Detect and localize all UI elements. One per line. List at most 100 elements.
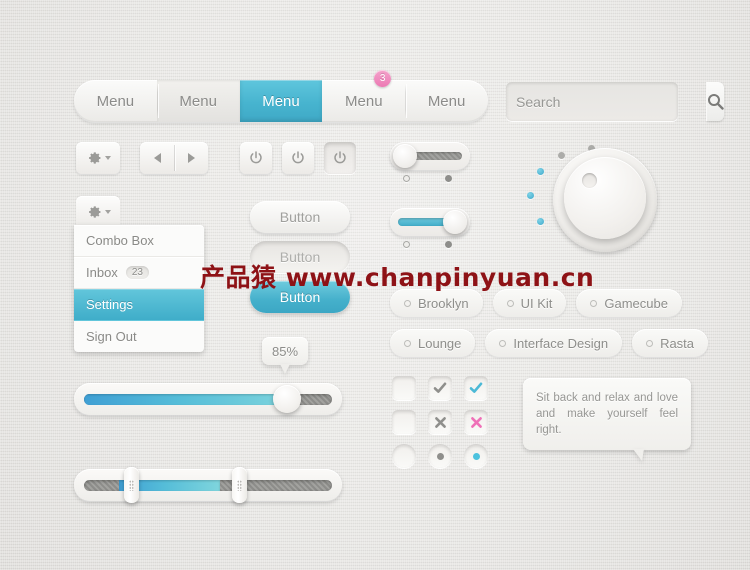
button-pressed[interactable]: Button [250,241,350,273]
slider-fill [84,394,295,405]
check-icon [469,382,483,393]
search-bar [506,82,724,121]
grip-icon [129,479,134,491]
radio-empty[interactable] [392,444,416,468]
radio-dot-icon [436,452,444,460]
checkbox-cross-grey[interactable] [428,410,452,434]
tooltip-tail [633,449,644,461]
knob-position-indicator [582,173,597,188]
arrow-left-icon [153,153,161,163]
button-primary[interactable]: Button [250,281,350,313]
slider-single[interactable] [74,383,342,415]
toggle-knob[interactable] [443,210,467,234]
button-label: Button [279,289,321,305]
remove-tag-icon[interactable] [590,299,598,307]
tag-label: Interface Design [513,335,609,351]
checkbox-checked-grey[interactable] [428,376,452,400]
button-label: Button [279,209,321,225]
knob-dot [558,152,565,159]
power-icon [250,151,262,164]
power-icon [334,151,346,164]
menu-item-1[interactable]: Menu [74,80,157,122]
rotary-knob-widget [520,140,670,260]
tag-interface-design[interactable]: Interface Design [485,329,623,357]
tag-label: Lounge [418,335,462,351]
tag-label: Rasta [660,335,695,351]
slider-value-bubble: 85% [262,337,308,374]
tag-label: UI Kit [520,295,553,311]
checkbox-empty[interactable] [392,410,416,434]
radio-dot-icon [472,452,480,460]
toggle-indicator-dots [390,175,470,185]
tag-brooklyn[interactable]: Brooklyn [390,289,483,317]
search-icon [708,94,724,110]
remove-tag-icon[interactable] [499,339,507,347]
slider-handle-end[interactable] [232,467,247,503]
bubble-tail [280,364,290,374]
inbox-count-badge: 23 [125,266,149,279]
knob-dial[interactable] [564,157,646,239]
dropdown-item-inbox[interactable]: Inbox 23 [74,257,204,289]
remove-tag-icon[interactable] [506,299,514,307]
radio-selected-blue[interactable] [464,444,488,468]
radio-selected-grey[interactable] [428,444,452,468]
tag-row-2: Lounge Interface Design Rasta [390,329,709,357]
slider-handle-start[interactable] [124,467,139,503]
notification-badge: 3 [374,70,392,87]
chevron-down-icon [104,156,111,160]
dropdown-item-combo-box[interactable]: Combo Box [74,225,204,257]
dropdown-item-sign-out[interactable]: Sign Out [74,321,204,352]
gear-dropdown-button[interactable] [76,142,120,174]
menu-item-label: Menu [345,92,383,110]
tag-lounge[interactable]: Lounge [390,329,476,357]
tooltip-bubble: Sit back and relax and love and make you… [523,378,691,461]
check-icon [433,382,447,393]
power-icon [292,151,304,164]
menu-item-2[interactable]: Menu [156,80,240,122]
menu-item-4[interactable]: Menu 3 [322,70,405,122]
search-input[interactable] [506,93,707,110]
checkbox-grid [392,376,500,478]
remove-tag-icon[interactable] [646,339,654,347]
toggle-track-container[interactable] [390,208,470,236]
dropdown-item-label: Sign Out [86,329,137,344]
checkbox-checked-blue[interactable] [464,376,488,400]
menu-item-5[interactable]: Menu [405,80,488,122]
checkbox-cross-pink[interactable] [464,410,488,434]
toggle-knob[interactable] [393,144,417,168]
grip-icon [237,479,242,491]
knob-dot-active [537,218,544,225]
tag-rasta[interactable]: Rasta [632,329,709,357]
dropdown-item-label: Combo Box [86,233,154,248]
menu-item-label: Menu [179,92,217,110]
toggle-track-container[interactable] [390,142,470,170]
tag-label: Gamecube [604,295,668,311]
knob-outer-ring[interactable] [553,148,657,252]
dropdown-item-label: Settings [86,297,133,312]
slider-handle[interactable] [273,385,301,413]
power-button-3-pressed[interactable] [324,142,356,174]
power-button-2[interactable] [282,142,314,174]
next-button[interactable] [174,142,208,174]
search-button[interactable] [707,82,724,121]
menu-item-label: Menu [427,92,466,110]
remove-tag-icon[interactable] [404,339,411,347]
power-button-1[interactable] [240,142,272,174]
dropdown-item-settings[interactable]: Settings [74,289,204,321]
button-normal[interactable]: Button [250,201,350,233]
menu-item-3-active[interactable]: Menu [239,80,323,122]
tag-ui-kit[interactable]: UI Kit [492,289,567,317]
chevron-down-icon [104,210,111,214]
combo-box-trigger[interactable] [76,196,120,228]
slider-range[interactable] [74,467,342,503]
prev-button[interactable] [140,142,174,174]
dropdown-item-label: Inbox [86,265,118,280]
toggle-indicator-dots [390,241,470,251]
dot-off-icon [403,175,410,182]
toggle-slider-off [390,142,470,185]
dropdown-menu: Combo Box Inbox 23 Settings Sign Out [74,225,204,352]
close-icon [470,416,482,428]
checkbox-empty[interactable] [392,376,416,400]
remove-tag-icon[interactable] [404,299,411,307]
tag-gamecube[interactable]: Gamecube [576,289,682,317]
